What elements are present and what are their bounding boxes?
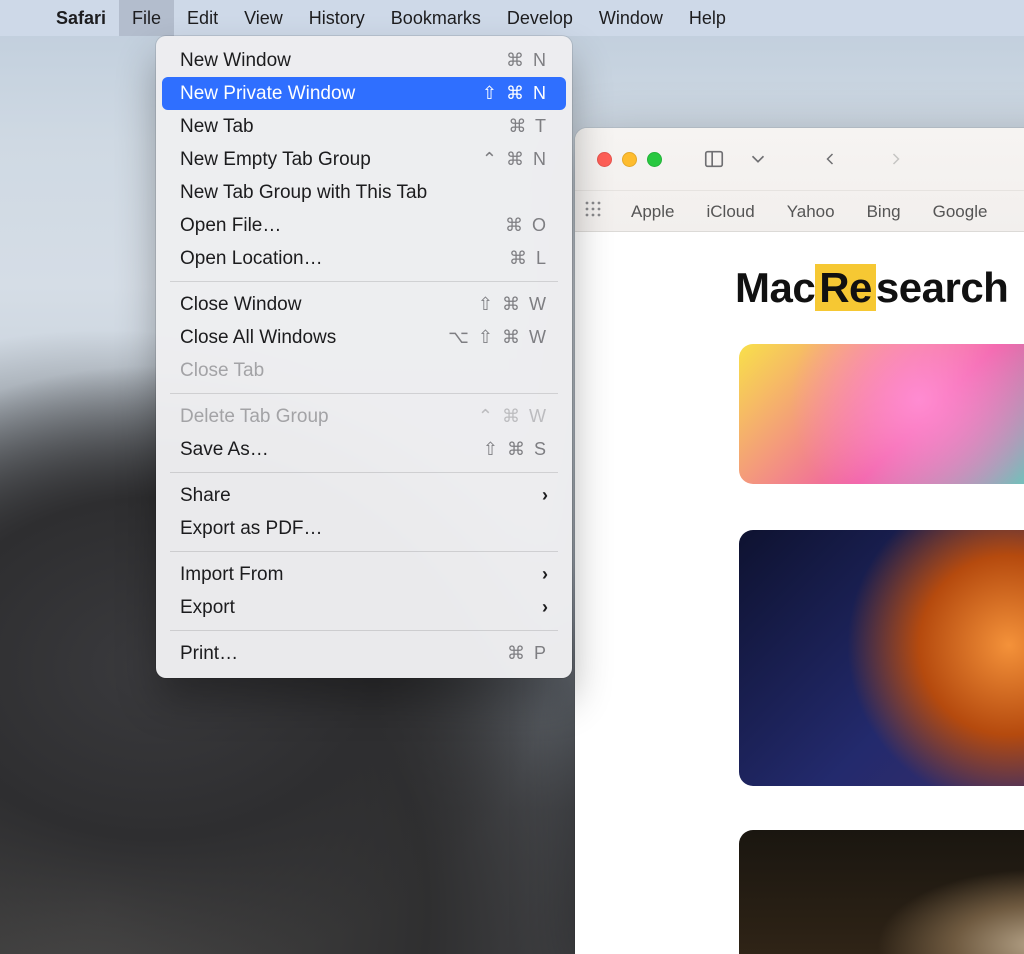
- menu-item-label: New Tab Group with This Tab: [180, 182, 427, 204]
- file-menu: New Window ⌘ N New Private Window ⇧ ⌘ N …: [156, 36, 572, 678]
- sidebar-toggle-button[interactable]: [694, 142, 734, 176]
- minimize-window-button[interactable]: [622, 152, 637, 167]
- menu-item-label: New Tab: [180, 116, 254, 138]
- favorites-link[interactable]: iCloud: [704, 200, 756, 224]
- menu-item-new-window[interactable]: New Window ⌘ N: [162, 44, 566, 77]
- safari-toolbar: Apple iCloud Yahoo Bing Google: [575, 128, 1024, 232]
- desktop-wallpaper: Apple iCloud Yahoo Bing Google MacResear…: [0, 0, 1024, 954]
- article-thumbnail[interactable]: [739, 830, 1024, 954]
- menu-item-label: Open Location…: [180, 248, 323, 270]
- show-favorites-icon[interactable]: [585, 201, 601, 222]
- menu-item-new-tab[interactable]: New Tab ⌘ T: [162, 110, 566, 143]
- menu-item-label: Close Tab: [180, 360, 264, 382]
- menu-item-print[interactable]: Print… ⌘ P: [162, 637, 566, 670]
- site-logo-text: search: [876, 264, 1008, 311]
- menu-item-label: Delete Tab Group: [180, 406, 329, 428]
- menu-item-label: Export as PDF…: [180, 518, 323, 540]
- favorites-link[interactable]: Yahoo: [785, 200, 837, 224]
- menu-item-shortcut: ⌘ O: [505, 215, 548, 236]
- window-traffic-lights: [597, 152, 662, 167]
- site-logo[interactable]: MacResearch: [735, 264, 1008, 312]
- menu-item-save-as[interactable]: Save As… ⇧ ⌘ S: [162, 433, 566, 466]
- menubar-appname[interactable]: Safari: [43, 0, 119, 36]
- close-window-button[interactable]: [597, 152, 612, 167]
- menu-item-open-location[interactable]: Open Location… ⌘ L: [162, 242, 566, 275]
- menu-separator: [170, 551, 558, 552]
- menu-item-new-private-window[interactable]: New Private Window ⇧ ⌘ N: [162, 77, 566, 110]
- chevron-right-icon: ›: [542, 597, 548, 618]
- menu-item-shortcut: ⌘ P: [507, 643, 548, 664]
- menu-item-close-tab: Close Tab: [162, 354, 566, 387]
- menu-item-delete-tab-group: Delete Tab Group ⌃ ⌘ W: [162, 400, 566, 433]
- menubar-history[interactable]: History: [296, 0, 378, 36]
- site-logo-text: Mac: [735, 264, 815, 311]
- menu-item-label: Save As…: [180, 439, 269, 461]
- menu-item-shortcut: ⇧ ⌘ N: [482, 83, 548, 104]
- favorites-link[interactable]: Apple: [629, 200, 676, 224]
- menu-item-label: Close Window: [180, 294, 301, 316]
- menubar-develop[interactable]: Develop: [494, 0, 586, 36]
- chevron-right-icon: ›: [542, 485, 548, 506]
- chevron-right-icon: ›: [542, 564, 548, 585]
- menu-item-shortcut: ⌥ ⇧ ⌘ W: [448, 327, 548, 348]
- favorites-bar: Apple iCloud Yahoo Bing Google: [575, 190, 1024, 232]
- menu-item-export[interactable]: Export ›: [162, 591, 566, 624]
- menu-item-new-empty-tab-group[interactable]: New Empty Tab Group ⌃ ⌘ N: [162, 143, 566, 176]
- menubar-window[interactable]: Window: [586, 0, 676, 36]
- menu-item-open-file[interactable]: Open File… ⌘ O: [162, 209, 566, 242]
- menu-item-label: Close All Windows: [180, 327, 336, 349]
- zoom-window-button[interactable]: [647, 152, 662, 167]
- menu-item-shortcut: ⌘ L: [509, 248, 548, 269]
- menu-item-close-all-windows[interactable]: Close All Windows ⌥ ⇧ ⌘ W: [162, 321, 566, 354]
- menu-item-label: Export: [180, 597, 235, 619]
- menu-item-label: New Empty Tab Group: [180, 149, 371, 171]
- menu-item-close-window[interactable]: Close Window ⇧ ⌘ W: [162, 288, 566, 321]
- menu-item-shortcut: ⇧ ⌘ W: [478, 294, 548, 315]
- article-thumbnail[interactable]: [739, 344, 1024, 484]
- nav-forward-button[interactable]: [876, 142, 916, 176]
- menubar-help[interactable]: Help: [676, 0, 739, 36]
- menu-item-label: Print…: [180, 643, 238, 665]
- menu-item-shortcut: ⌃ ⌘ N: [482, 149, 548, 170]
- menu-item-label: Open File…: [180, 215, 281, 237]
- menu-item-export-as-pdf[interactable]: Export as PDF…: [162, 512, 566, 545]
- menu-item-label: Share: [180, 485, 231, 507]
- favorites-link[interactable]: Bing: [865, 200, 903, 224]
- menu-item-shortcut: ⌃ ⌘ W: [478, 406, 548, 427]
- menubar-view[interactable]: View: [231, 0, 296, 36]
- menu-item-shortcut: ⌘ T: [508, 116, 548, 137]
- menu-item-label: Import From: [180, 564, 283, 586]
- safari-page-content: MacResearch: [575, 232, 1024, 954]
- nav-back-button[interactable]: [810, 142, 850, 176]
- menu-item-label: New Private Window: [180, 83, 355, 105]
- menu-item-label: New Window: [180, 50, 291, 72]
- menu-separator: [170, 630, 558, 631]
- menu-item-new-tab-group-with-this-tab[interactable]: New Tab Group with This Tab: [162, 176, 566, 209]
- article-thumbnail[interactable]: [739, 530, 1024, 786]
- menubar-edit[interactable]: Edit: [174, 0, 231, 36]
- menu-item-import-from[interactable]: Import From ›: [162, 558, 566, 591]
- tab-group-chevron-icon[interactable]: [746, 142, 770, 176]
- menubar-file[interactable]: File: [119, 0, 174, 36]
- safari-window: Apple iCloud Yahoo Bing Google MacResear…: [575, 128, 1024, 954]
- menu-separator: [170, 393, 558, 394]
- site-logo-highlight: Re: [815, 264, 876, 311]
- menu-item-shortcut: ⇧ ⌘ S: [483, 439, 548, 460]
- menu-separator: [170, 472, 558, 473]
- favorites-link[interactable]: Google: [931, 200, 990, 224]
- menu-item-share[interactable]: Share ›: [162, 479, 566, 512]
- menubar-bookmarks[interactable]: Bookmarks: [378, 0, 494, 36]
- menu-item-shortcut: ⌘ N: [506, 50, 548, 71]
- macos-menu-bar: Safari File Edit View History Bookmarks …: [0, 0, 1024, 36]
- menu-separator: [170, 281, 558, 282]
